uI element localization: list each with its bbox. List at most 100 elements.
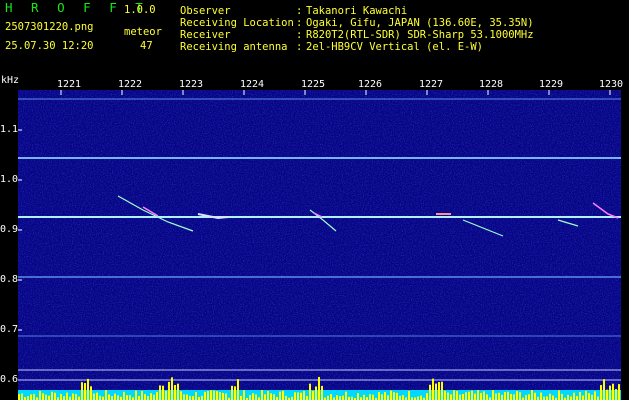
signal-bar — [462, 394, 464, 400]
signal-bar — [135, 390, 137, 400]
signal-bar — [513, 394, 515, 400]
signal-bar — [582, 395, 584, 400]
signal-bar — [525, 395, 527, 400]
signal-bar — [441, 381, 443, 400]
signal-bar — [255, 394, 257, 400]
y-tick-label: 0.6 — [0, 374, 19, 385]
signal-bar — [435, 383, 437, 400]
signal-bar — [420, 395, 422, 400]
signal-bar — [168, 381, 170, 400]
signal-bar — [357, 393, 359, 400]
signal-bar — [477, 390, 479, 400]
antenna-value: 2el-HB9CV Vertical (el. E-W) — [306, 41, 484, 53]
signal-bar — [123, 391, 125, 400]
signal-bar — [432, 378, 434, 400]
observer-label: Observer — [180, 5, 231, 17]
signal-bar — [303, 391, 305, 400]
capture-datetime: 25.07.30 12:20 — [5, 40, 94, 52]
y-tick-label: 1.1 — [0, 124, 19, 135]
signal-bar — [42, 393, 44, 400]
signal-bar — [327, 395, 329, 400]
signal-bar — [243, 390, 245, 400]
signal-bar — [267, 391, 269, 400]
signal-bar — [54, 392, 56, 400]
signal-bar — [114, 393, 116, 400]
signal-bar — [402, 395, 404, 400]
signal-bar — [90, 386, 92, 400]
signal-bar — [438, 382, 440, 400]
signal-bar — [579, 392, 581, 400]
signal-bar — [192, 396, 194, 400]
signal-bar — [138, 396, 140, 400]
signal-bar — [339, 396, 341, 400]
signal-bar — [426, 393, 428, 400]
signal-bar — [315, 386, 317, 400]
signal-bar — [195, 392, 197, 400]
x-tick-label: 1229 — [538, 79, 564, 90]
signal-bar — [501, 394, 503, 400]
signal-bar — [27, 396, 29, 400]
signal-bar — [279, 391, 281, 400]
signal-bar — [516, 390, 518, 400]
signal-bar — [117, 395, 119, 400]
signal-bar — [252, 393, 254, 400]
signal-bar — [225, 393, 227, 400]
signal-bar — [261, 390, 263, 400]
signal-bar — [147, 396, 149, 400]
y-tick-label: 1.0 — [0, 174, 19, 185]
signal-bar — [531, 390, 533, 400]
signal-bar — [30, 394, 32, 400]
signal-bar — [408, 390, 410, 400]
signal-bar — [573, 392, 575, 400]
signal-bar — [126, 395, 128, 400]
signal-bar — [189, 395, 191, 400]
x-tick-label: 1225 — [300, 79, 326, 90]
signal-bar — [390, 390, 392, 400]
signal-bar — [93, 393, 95, 400]
signal-bar — [549, 393, 551, 400]
signal-bar — [552, 395, 554, 400]
signal-bar — [240, 395, 242, 400]
signal-bar — [312, 390, 314, 400]
signal-bar — [384, 392, 386, 400]
signal-bar — [465, 392, 467, 400]
spectrogram-noise — [18, 90, 621, 397]
signal-bar — [150, 393, 152, 400]
signal-bar — [174, 385, 176, 400]
image-filename: 2507301220.png — [5, 21, 94, 33]
signal-bar — [111, 396, 113, 400]
signal-bar — [129, 395, 131, 400]
signal-bar — [63, 396, 65, 400]
y-tick-label: 0.8 — [0, 274, 19, 285]
signal-bar — [153, 394, 155, 400]
signal-level-bars — [18, 376, 620, 400]
x-tick-label: 1227 — [418, 79, 444, 90]
signal-bar — [594, 391, 596, 400]
signal-bar — [399, 395, 401, 400]
receiver-label: Receiver — [180, 29, 231, 41]
signal-bar — [459, 394, 461, 400]
signal-bar — [558, 390, 560, 400]
signal-bar — [456, 390, 458, 400]
x-tick-label: 1224 — [239, 79, 265, 90]
x-tick-label: 1223 — [178, 79, 204, 90]
signal-bar — [219, 392, 221, 400]
signal-bar — [567, 394, 569, 400]
signal-bar — [108, 394, 110, 400]
signal-bar — [102, 396, 104, 400]
signal-bar — [447, 392, 449, 400]
signal-bar — [270, 393, 272, 400]
signal-bar — [84, 383, 86, 400]
signal-bar — [507, 391, 509, 400]
signal-bar — [48, 395, 50, 400]
signal-bar — [393, 392, 395, 400]
signal-bar — [171, 377, 173, 400]
signal-bar — [570, 396, 572, 400]
receiver-value: R820T2(RTL-SDR) SDR-Sharp 53.1000MHz — [306, 29, 534, 41]
signal-bar — [162, 385, 164, 400]
signal-bar — [609, 385, 611, 400]
x-tick-label: 1228 — [478, 79, 504, 90]
signal-bar — [222, 392, 224, 400]
signal-bar — [21, 393, 23, 400]
signal-bar — [612, 383, 614, 400]
